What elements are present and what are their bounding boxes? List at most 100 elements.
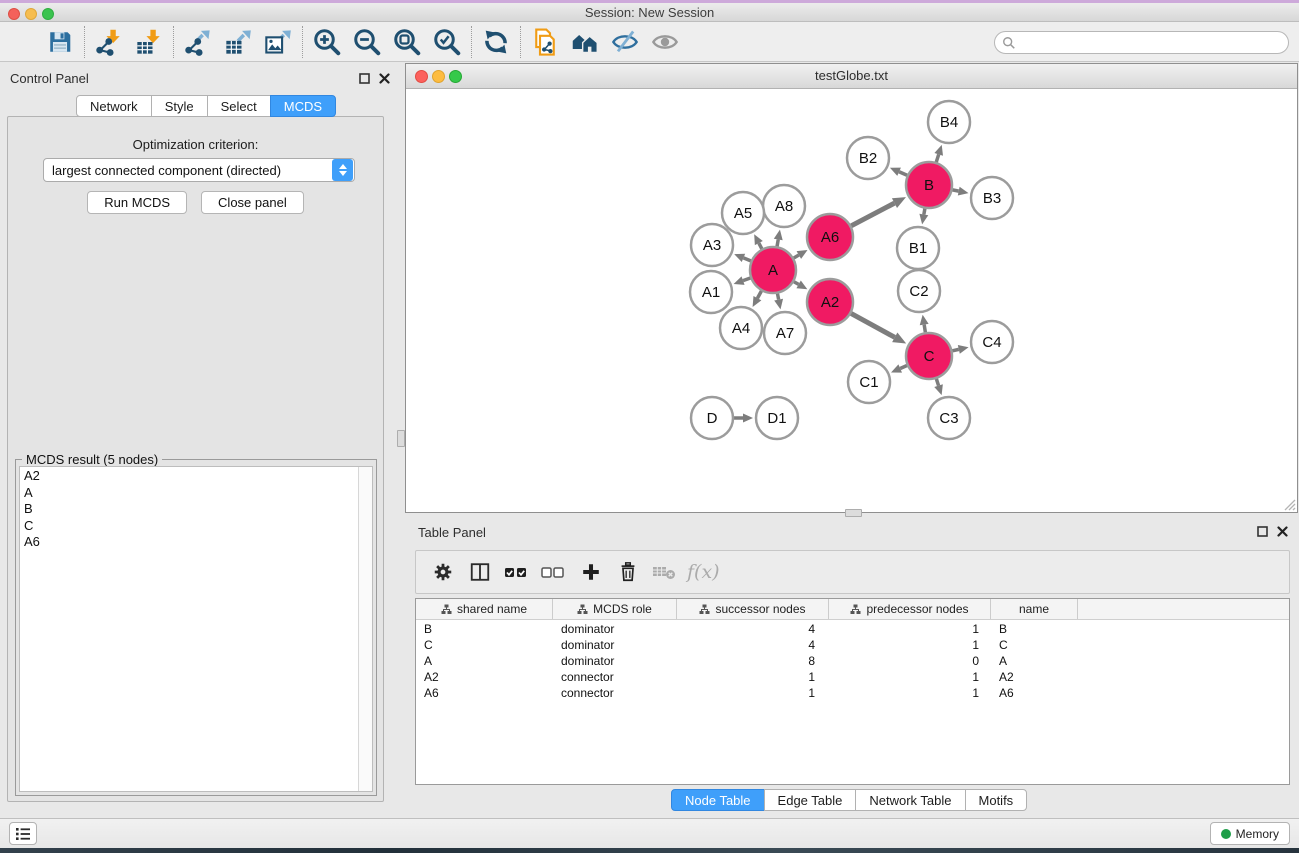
column-header-mcds-role[interactable]: MCDS role <box>553 599 677 619</box>
tab-mcds[interactable]: MCDS <box>270 95 336 117</box>
import-table-button[interactable] <box>129 24 169 60</box>
delete-table-button[interactable] <box>646 554 683 590</box>
save-session-button[interactable] <box>40 24 80 60</box>
table-cell[interactable]: A <box>991 653 1078 669</box>
graph-edge-C-C3[interactable] <box>936 379 938 386</box>
column-header-name[interactable]: name <box>991 599 1078 619</box>
table-cell[interactable]: A6 <box>416 685 553 701</box>
table-row[interactable]: A2connector11A2 <box>416 669 1289 685</box>
create-column-button[interactable] <box>572 554 609 590</box>
table-cell[interactable]: dominator <box>553 637 677 653</box>
graph-edge-A-A2[interactable] <box>794 282 799 285</box>
float-panel-icon[interactable] <box>1256 525 1268 537</box>
zoom-selected-button[interactable] <box>427 24 467 60</box>
table-cell[interactable]: dominator <box>553 621 677 637</box>
table-settings-button[interactable] <box>424 554 461 590</box>
tab-network-table[interactable]: Network Table <box>855 789 965 811</box>
table-cell[interactable]: 1 <box>829 685 991 701</box>
export-network-button[interactable] <box>178 24 218 60</box>
zoom-in-button[interactable] <box>307 24 347 60</box>
listbox-scrollbar[interactable] <box>358 467 372 791</box>
table-cell[interactable]: dominator <box>553 653 677 669</box>
mcds-result-item[interactable]: C <box>20 518 357 535</box>
refresh-view-button[interactable] <box>476 24 516 60</box>
table-row[interactable]: Adominator80A <box>416 653 1289 669</box>
apply-layout-button[interactable] <box>565 24 605 60</box>
export-table-button[interactable] <box>218 24 258 60</box>
close-panel-icon[interactable] <box>1276 525 1288 537</box>
export-image-button[interactable] <box>258 24 298 60</box>
hide-graphics-details-button[interactable] <box>605 24 645 60</box>
mcds-result-item[interactable]: A2 <box>20 468 357 485</box>
graph-edge-B-B4[interactable] <box>936 154 938 162</box>
table-cell[interactable]: 1 <box>829 669 991 685</box>
column-header-predecessor-nodes[interactable]: predecessor nodes <box>829 599 991 619</box>
graph-edge-C-C2[interactable] <box>924 325 925 333</box>
new-network-button[interactable] <box>525 24 565 60</box>
table-cell[interactable]: connector <box>553 685 677 701</box>
graph-edge-A2-C[interactable] <box>851 313 895 337</box>
task-history-button[interactable] <box>9 822 37 845</box>
import-network-button[interactable] <box>89 24 129 60</box>
table-cell[interactable]: 1 <box>829 621 991 637</box>
close-panel-button[interactable]: Close panel <box>201 191 304 214</box>
graph-edge-A-A3[interactable] <box>743 258 750 261</box>
table-cell[interactable]: 1 <box>677 685 829 701</box>
window-resize-grip[interactable] <box>1282 497 1296 511</box>
table-cell[interactable]: C <box>416 637 553 653</box>
table-cell[interactable]: A6 <box>991 685 1078 701</box>
graph-edge-A-A1[interactable] <box>743 278 750 281</box>
search-input[interactable] <box>1016 36 1288 50</box>
tab-edge-table[interactable]: Edge Table <box>764 789 857 811</box>
graph-edge-A-A7[interactable] <box>777 294 778 300</box>
show-column-panel-button[interactable] <box>461 554 498 590</box>
table-row[interactable]: Bdominator41B <box>416 621 1289 637</box>
graph-edge-B-B2[interactable] <box>899 172 907 176</box>
tab-select[interactable]: Select <box>207 95 271 117</box>
graph-edge-A-A4[interactable] <box>757 291 761 298</box>
table-cell[interactable]: 4 <box>677 637 829 653</box>
table-cell[interactable]: 1 <box>677 669 829 685</box>
zoom-out-button[interactable] <box>347 24 387 60</box>
mcds-result-item[interactable]: A6 <box>20 534 357 551</box>
function-builder-icon[interactable]: f(x) <box>683 561 720 583</box>
graph-edge-A-A5[interactable] <box>759 243 762 249</box>
memory-button[interactable]: Memory <box>1210 822 1290 845</box>
run-mcds-button[interactable]: Run MCDS <box>87 191 187 214</box>
table-cell[interactable]: A2 <box>991 669 1078 685</box>
search-field[interactable] <box>994 31 1289 54</box>
table-row[interactable]: Cdominator41C <box>416 637 1289 653</box>
table-cell[interactable]: A <box>416 653 553 669</box>
criterion-dropdown[interactable]: largest connected component (directed) <box>43 158 355 182</box>
tab-style[interactable]: Style <box>151 95 208 117</box>
float-panel-icon[interactable] <box>358 72 370 84</box>
column-header-successor-nodes[interactable]: successor nodes <box>677 599 829 619</box>
tab-node-table[interactable]: Node Table <box>671 789 765 811</box>
zoom-fit-button[interactable] <box>387 24 427 60</box>
table-cell[interactable]: 0 <box>829 653 991 669</box>
graph-edge-A-A8[interactable] <box>777 240 778 247</box>
table-cell[interactable]: connector <box>553 669 677 685</box>
graph-edge-A-A6[interactable] <box>794 255 799 258</box>
tab-network[interactable]: Network <box>76 95 152 117</box>
graph-edge-B-B1[interactable] <box>924 209 925 215</box>
table-row[interactable]: A6connector11A6 <box>416 685 1289 701</box>
show-graphics-details-button[interactable] <box>645 24 685 60</box>
tab-motifs[interactable]: Motifs <box>965 789 1028 811</box>
table-cell[interactable]: B <box>991 621 1078 637</box>
horizontal-splitter-grip[interactable] <box>845 509 862 517</box>
table-cell[interactable]: B <box>416 621 553 637</box>
network-canvas[interactable]: B4B2BB3A8A5A6A3B1AC2A1A2A4A7C4CC1DD1C3 <box>406 89 1297 512</box>
open-session-button[interactable] <box>0 24 40 60</box>
mcds-result-item[interactable]: B <box>20 501 357 518</box>
graph-edge-B-B3[interactable] <box>953 190 959 191</box>
select-all-columns-button[interactable] <box>498 554 535 590</box>
close-panel-icon[interactable] <box>378 72 390 84</box>
mcds-result-item[interactable]: A <box>20 485 357 502</box>
table-cell[interactable]: 4 <box>677 621 829 637</box>
unselect-all-columns-button[interactable] <box>535 554 572 590</box>
vertical-splitter-grip[interactable] <box>397 430 405 447</box>
graph-edge-A6-B[interactable] <box>851 203 894 226</box>
column-header-shared-name[interactable]: shared name <box>416 599 553 619</box>
dropdown-stepper-icon[interactable] <box>332 159 353 181</box>
